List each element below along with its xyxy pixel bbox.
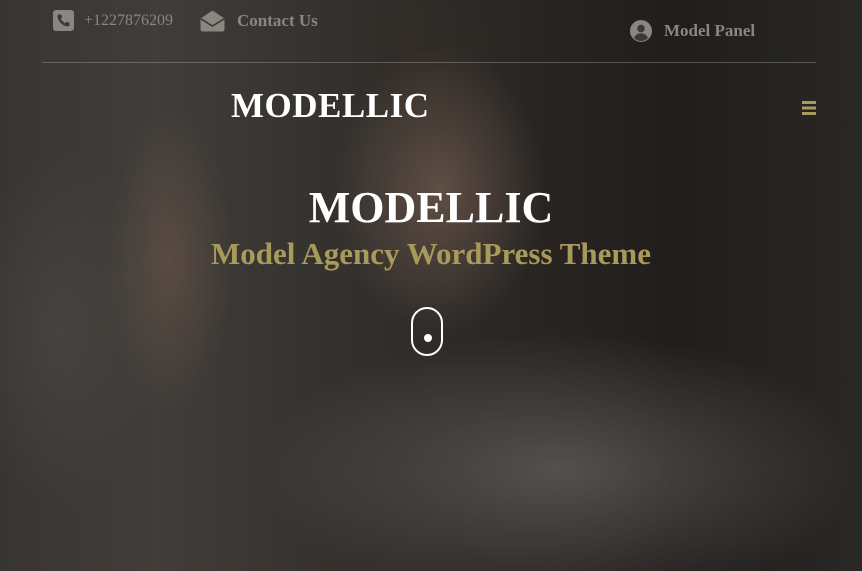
hero-section: +1227876209 Contact Us Model Panel MODEL…: [0, 0, 862, 571]
contact-us-label: Contact Us: [237, 11, 318, 30]
hero-title: MODELLIC: [308, 183, 554, 232]
hamburger-menu-icon[interactable]: [799, 97, 819, 119]
phone-icon: [53, 10, 74, 31]
user-circle-icon: [630, 20, 652, 42]
envelope-icon: [200, 10, 225, 32]
phone-number: +1227876209: [84, 11, 174, 29]
phone-link[interactable]: +1227876209: [53, 10, 173, 31]
model-panel-label: Model Panel: [664, 21, 756, 40]
model-panel-link[interactable]: Model Panel: [630, 20, 755, 42]
top-bar: +1227876209 Contact Us Model Panel: [42, 0, 816, 63]
scroll-dot: [424, 334, 432, 342]
site-logo[interactable]: MODELLIC: [231, 86, 429, 126]
hero-subtitle: Model Agency WordPress Theme: [210, 236, 651, 271]
contact-us-link[interactable]: Contact Us: [200, 10, 318, 32]
mouse-scroll-icon[interactable]: [411, 307, 443, 356]
background-photo-overlay: [0, 0, 862, 571]
